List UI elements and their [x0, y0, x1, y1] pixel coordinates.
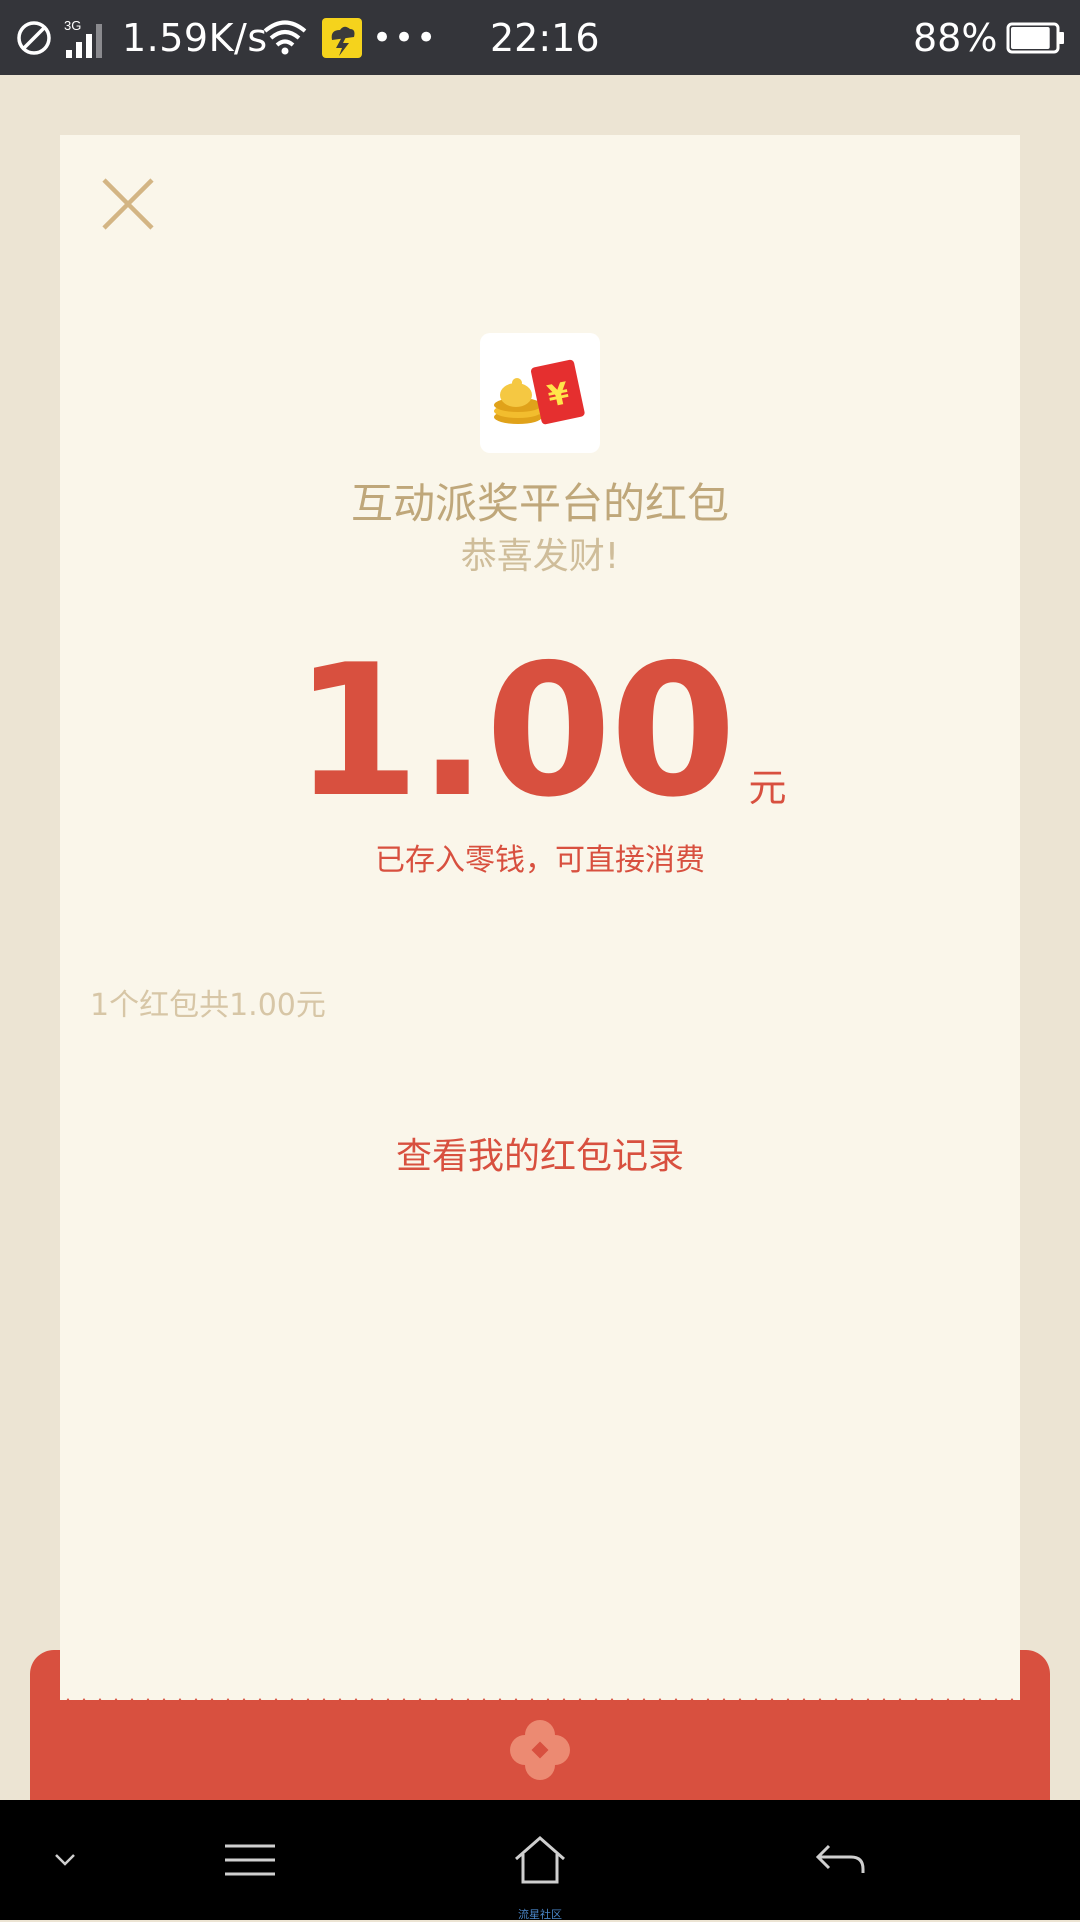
- battery-icon: [1006, 0, 1066, 75]
- navigation-bar: [0, 1800, 1080, 1920]
- hide-nav-button[interactable]: [40, 1800, 90, 1920]
- cell-signal-icon: 3G: [64, 0, 114, 75]
- network-speed: 1.59K/s: [122, 15, 268, 60]
- battery-percent: 88%: [913, 15, 998, 60]
- red-envelope-coins-icon: ¥: [494, 359, 585, 425]
- amount-value: 1.00: [293, 625, 736, 837]
- back-button[interactable]: [800, 1800, 880, 1920]
- envelope-summary: 1个红包共1.00元: [90, 988, 326, 1023]
- menu-icon: [225, 1844, 275, 1876]
- home-icon: [515, 1836, 565, 1884]
- do-not-disturb-icon: [16, 0, 52, 75]
- close-button[interactable]: [100, 176, 156, 232]
- greeting-message: 恭喜发财!: [460, 536, 620, 577]
- stored-note: 已存入零钱，可直接消费: [375, 843, 705, 878]
- weather-app-icon: [322, 0, 362, 75]
- close-icon: [102, 178, 154, 230]
- network-type-label: 3G: [64, 18, 81, 33]
- view-records-link[interactable]: 查看我的红包记录: [0, 1127, 1080, 1179]
- more-notifications-icon: •••: [372, 17, 439, 58]
- sender-name: 互动派奖平台的红包: [350, 479, 729, 528]
- amount-unit: 元: [748, 766, 787, 810]
- amount-row: 1.00 元: [0, 640, 1080, 822]
- chevron-down-icon: [55, 1854, 75, 1866]
- back-arrow-icon: [815, 1844, 865, 1873]
- sender-avatar: ¥: [480, 333, 600, 453]
- home-button[interactable]: [500, 1800, 580, 1920]
- wifi-icon: [262, 0, 308, 75]
- menu-button[interactable]: [210, 1800, 290, 1920]
- flower-emblem-icon: [510, 1720, 570, 1780]
- status-bar: 3G 1.59K/s ••• 22:16 88%: [0, 0, 1080, 75]
- clock-time: 22:16: [490, 15, 600, 60]
